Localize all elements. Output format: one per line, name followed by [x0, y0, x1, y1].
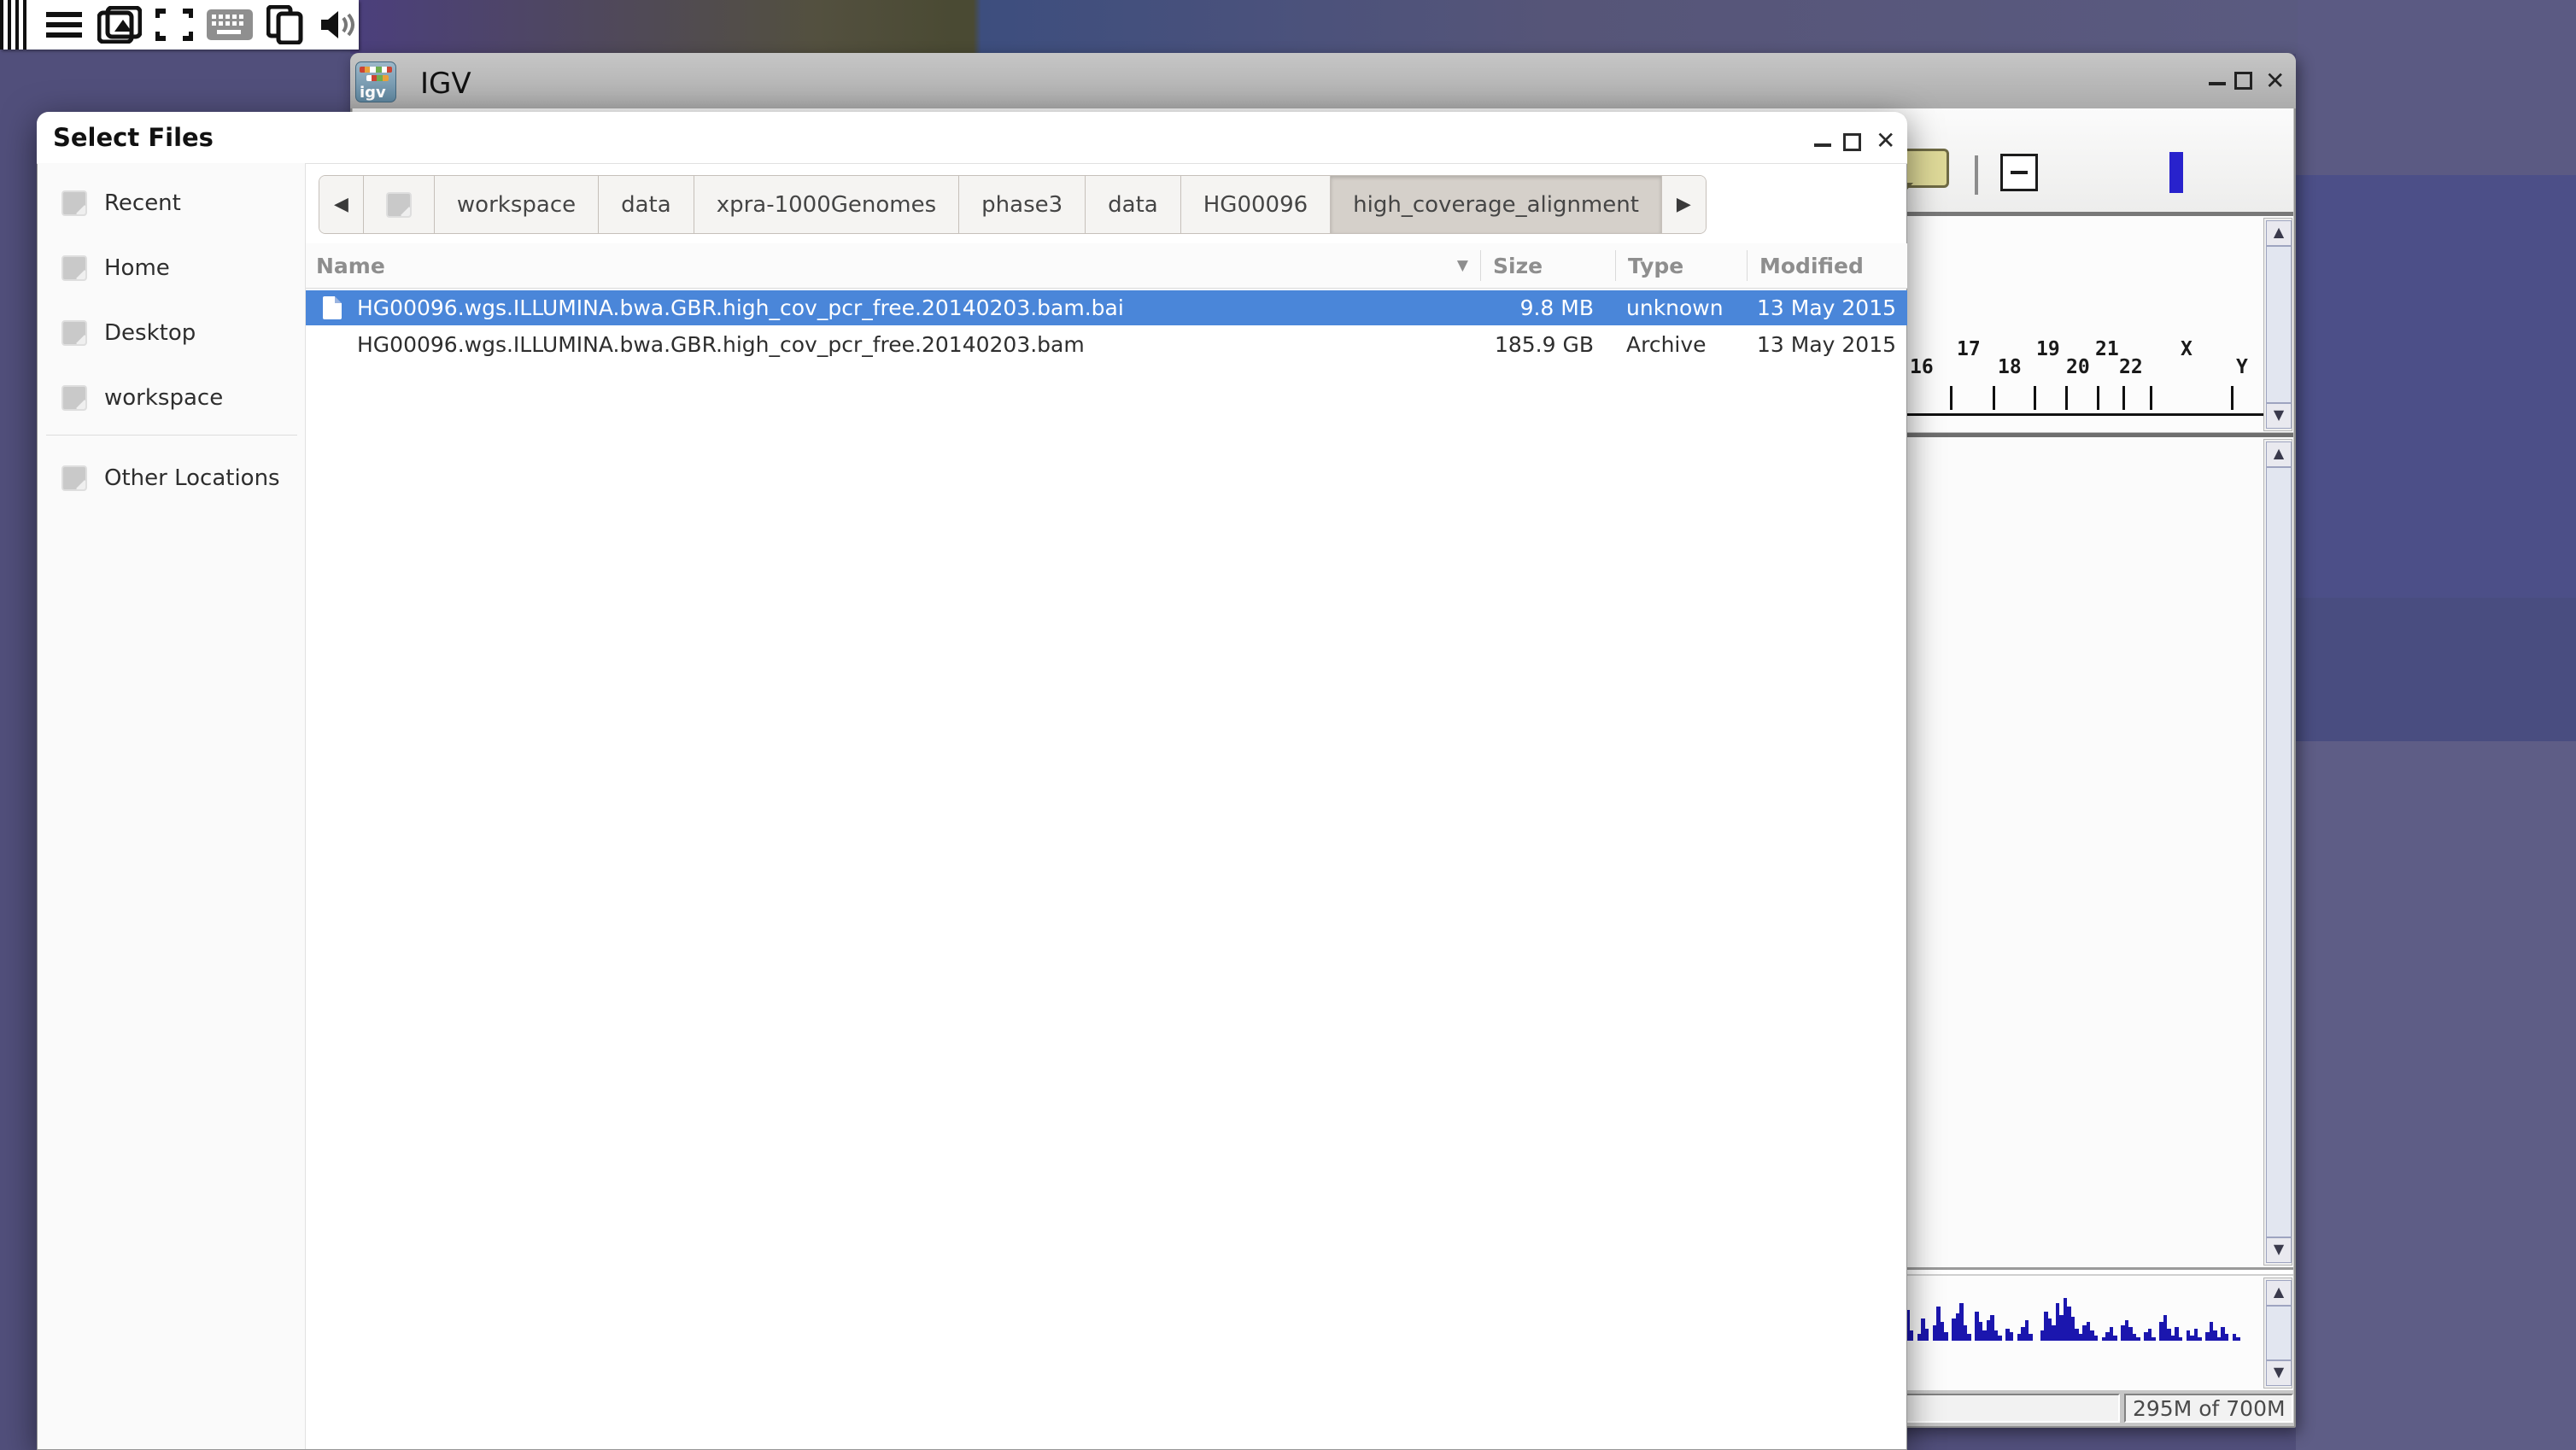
scrollbar-thumb[interactable]	[2266, 467, 2292, 1237]
igv-maximize-icon[interactable]	[2234, 72, 2252, 90]
chromosome-label[interactable]: 17	[1957, 338, 1981, 360]
dialog-titlebar[interactable]	[37, 112, 1907, 164]
sort-descending-icon: ▼	[1457, 257, 1468, 274]
igv-memory-indicator: 295M of 700M	[2124, 1394, 2293, 1423]
column-header-type[interactable]: Type	[1616, 243, 1747, 288]
chromosome-label[interactable]: 21	[2095, 338, 2119, 360]
wallpaper-top-strip	[350, 0, 2298, 54]
keyboard-icon[interactable]	[207, 9, 253, 40]
chromosome-label[interactable]: 22	[2119, 356, 2143, 378]
ideogram-tick	[2122, 386, 2125, 410]
coverage-panel-scrollbar[interactable]: ▲ ▼	[2263, 1278, 2292, 1389]
ideogram-tick	[1993, 386, 1995, 410]
file-icon	[323, 296, 342, 319]
toolbar-separator	[1975, 155, 1978, 195]
column-header-name[interactable]: Name ▼	[306, 243, 1480, 288]
fullscreen-icon[interactable]	[155, 8, 193, 42]
copy-icon[interactable]	[266, 5, 306, 44]
dialog-close-icon[interactable]: ✕	[1876, 126, 1895, 155]
column-header-modified[interactable]: Modified	[1748, 243, 1906, 288]
speaker-icon[interactable]	[319, 8, 357, 42]
data-panel-scrollbar[interactable]: ▲ ▼	[2263, 439, 2292, 1266]
chromosome-label[interactable]: X	[2181, 338, 2193, 360]
file-row[interactable]: HG00096.wgs.ILLUMINA.bwa.GBR.high_cov_pc…	[306, 327, 1907, 362]
igv-icon-text: igv	[360, 85, 386, 101]
dialog-sidebar: Recent Home Desktop workspace Other Loca…	[38, 163, 306, 1449]
place-icon	[61, 385, 87, 411]
scroll-down-button[interactable]: ▼	[2266, 1237, 2292, 1263]
path-forward-button[interactable]: ▶	[1662, 176, 1706, 233]
place-icon	[61, 255, 87, 281]
place-icon	[61, 465, 87, 491]
ideogram-tick	[2065, 386, 2068, 410]
column-header-size[interactable]: Size	[1481, 243, 1615, 288]
breadcrumb-data2[interactable]: data	[1086, 176, 1181, 233]
igv-minimize-icon[interactable]	[2209, 82, 2226, 85]
wallpaper-band	[2296, 0, 2576, 175]
region-of-interest-icon[interactable]	[2000, 154, 2038, 191]
scroll-up-button[interactable]: ▲	[2266, 1280, 2292, 1306]
dialog-minimize-icon[interactable]	[1814, 143, 1831, 147]
sidebar-item-recent[interactable]: Recent	[38, 177, 305, 230]
breadcrumb-hg00096[interactable]: HG00096	[1181, 176, 1331, 233]
coverage-histogram	[1906, 1281, 2247, 1341]
cursor-marker	[2169, 152, 2183, 193]
place-icon	[61, 190, 87, 216]
chromosome-label[interactable]: Y	[2236, 356, 2248, 378]
ideogram-axis-line	[1907, 413, 2264, 416]
wallpaper-band	[2296, 598, 2576, 741]
scroll-up-button[interactable]: ▲	[2266, 441, 2292, 467]
ideogram-tick	[2150, 386, 2152, 410]
wallpaper-band	[2296, 175, 2576, 598]
chromosome-label[interactable]: 18	[1998, 356, 2022, 378]
breadcrumb: ◀ workspace data xpra-1000Genomes phase3…	[319, 175, 1707, 234]
dialog-title: Select Files	[53, 123, 214, 152]
dialog-maximize-icon[interactable]	[1843, 133, 1861, 151]
ideogram-tick	[1950, 386, 1952, 410]
igv-window-title: IGV	[420, 67, 471, 101]
sidebar-item-workspace[interactable]: workspace	[38, 371, 305, 424]
breadcrumb-xpra-1000genomes[interactable]: xpra-1000Genomes	[694, 176, 959, 233]
sidebar-separator	[46, 435, 297, 436]
sidebar-item-other-locations[interactable]: Other Locations	[38, 452, 305, 505]
sidebar-item-desktop[interactable]: Desktop	[38, 307, 305, 360]
ideogram-tick	[2097, 386, 2099, 410]
list-header: Name ▼ Size Type Modified	[306, 243, 1907, 289]
ideogram-tick	[2034, 386, 2036, 410]
menu-icon[interactable]	[44, 10, 84, 39]
place-icon	[386, 192, 412, 218]
chromosome-label[interactable]: 20	[2066, 356, 2090, 378]
breadcrumb-workspace[interactable]: workspace	[435, 176, 599, 233]
sidebar-item-home[interactable]: Home	[38, 242, 305, 295]
chromosome-label[interactable]: 19	[2036, 338, 2060, 360]
path-root-button[interactable]	[364, 176, 435, 233]
ideogram-scrollbar[interactable]: ▲ ▼	[2263, 218, 2292, 431]
taskbar	[0, 0, 359, 50]
breadcrumb-data[interactable]: data	[599, 176, 694, 233]
igv-close-icon[interactable]: ✕	[2265, 67, 2285, 95]
chromosome-label[interactable]: 16	[1910, 356, 1934, 378]
breadcrumb-high-coverage-alignment[interactable]: high_coverage_alignment	[1331, 176, 1662, 233]
scrollbar-thumb[interactable]	[2266, 1306, 2292, 1360]
ideogram-tick	[2231, 386, 2234, 410]
igv-titlebar[interactable]	[350, 53, 2296, 108]
igv-app-icon: igv	[355, 61, 396, 102]
path-back-button[interactable]: ◀	[319, 176, 364, 233]
photos-icon[interactable]	[97, 6, 142, 44]
scrollbar-thumb[interactable]	[2266, 246, 2292, 403]
file-row-selected[interactable]: HG00096.wgs.ILLUMINA.bwa.GBR.high_cov_pc…	[306, 290, 1907, 325]
place-icon	[61, 320, 87, 346]
breadcrumb-phase3[interactable]: phase3	[959, 176, 1086, 233]
grip-icon[interactable]	[0, 0, 31, 50]
scroll-down-button[interactable]: ▼	[2266, 1360, 2292, 1386]
wallpaper-band	[2296, 741, 2576, 1450]
scroll-up-button[interactable]: ▲	[2266, 220, 2292, 246]
scroll-down-button[interactable]: ▼	[2266, 403, 2292, 429]
